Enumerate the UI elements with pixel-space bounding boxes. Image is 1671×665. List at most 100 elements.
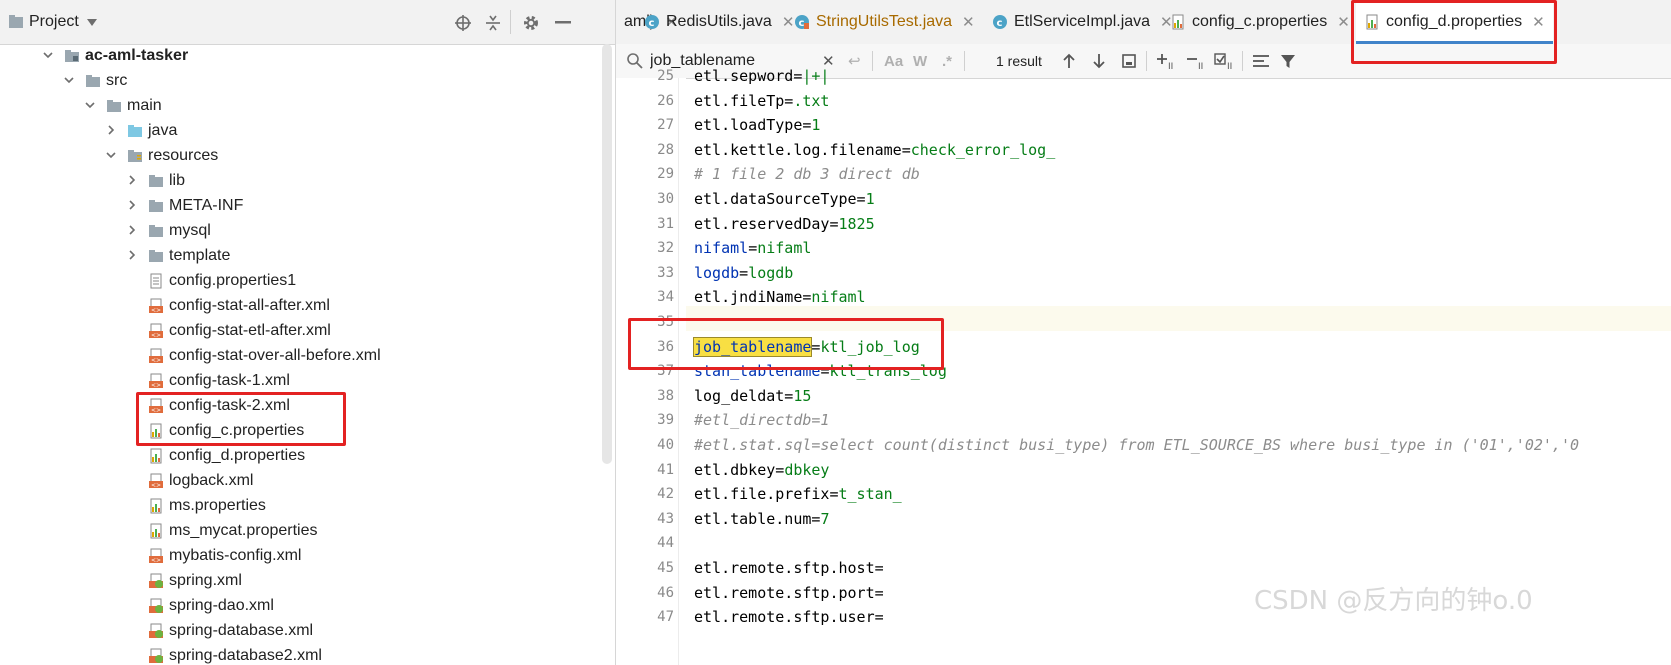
tree-item[interactable]: <> config-task-1.xml — [0, 369, 600, 394]
chevron-down-icon[interactable] — [63, 74, 75, 86]
locate-icon[interactable] — [452, 12, 474, 34]
remove-occurrence-icon[interactable]: II — [1186, 52, 1206, 70]
select-all-occurrences-icon[interactable]: II — [1214, 52, 1236, 70]
folder-icon — [148, 223, 164, 239]
spring-file-icon — [148, 648, 164, 664]
tree-item-label: lib — [169, 172, 186, 189]
tree-item[interactable]: lib — [0, 169, 600, 194]
line-number: 33 — [657, 264, 674, 281]
match-case-toggle[interactable]: Aa — [884, 52, 903, 70]
search-divider-3 — [1146, 51, 1147, 71]
tree-item-label: config-task-1.xml — [169, 372, 290, 389]
svg-text:II: II — [1227, 62, 1232, 70]
svg-text:<>: <> — [151, 332, 161, 339]
tree-item[interactable]: spring-dao.xml — [0, 594, 600, 619]
text-file-icon — [148, 273, 164, 289]
code-line: etl.sepword=|+| — [694, 67, 830, 85]
previous-occurrence-icon[interactable] — [1062, 52, 1076, 70]
tree-item[interactable]: java — [0, 119, 600, 144]
tab-etlserviceimpl-java[interactable]: c EtlServiceImpl.java ✕ — [984, 0, 1181, 44]
words-toggle[interactable]: W — [913, 52, 927, 70]
project-panel-header: Project — [0, 0, 615, 45]
xml-file-icon: <> — [148, 323, 164, 339]
tree-item[interactable]: resources — [0, 144, 600, 169]
filter-icon[interactable] — [1280, 52, 1296, 70]
next-occurrence-icon[interactable] — [1092, 52, 1106, 70]
tree-item-label: META-INF — [169, 197, 244, 214]
tree-item[interactable]: main — [0, 94, 600, 119]
tree-item-label: src — [106, 72, 128, 89]
line-number: 41 — [657, 461, 674, 478]
code-line: etl.loadType=1 — [694, 116, 821, 135]
close-icon[interactable]: ✕ — [1337, 13, 1350, 31]
tree-item[interactable]: ms.properties — [0, 494, 600, 519]
code-line: etl.remote.sftp.host= — [694, 559, 884, 577]
tree-item[interactable]: ac-aml-tasker — [0, 44, 600, 69]
chevron-down-icon[interactable] — [105, 149, 117, 161]
code-line: etl.remote.sftp.port= — [694, 583, 884, 602]
tree-scrollbar[interactable] — [602, 44, 612, 464]
chevron-down-icon[interactable] — [42, 49, 54, 61]
chevron-right-icon[interactable] — [126, 174, 138, 186]
chevron-down-icon[interactable] — [84, 99, 96, 111]
folder-icon — [106, 98, 122, 114]
tree-item[interactable]: <> config-stat-etl-after.xml — [0, 319, 600, 344]
gutter-divider — [678, 78, 679, 665]
chevron-down-icon[interactable] — [87, 19, 97, 26]
tree-item[interactable]: config_d.properties — [0, 444, 600, 469]
settings-lines-icon[interactable] — [1252, 52, 1270, 70]
src-folder-icon — [127, 123, 143, 139]
tree-item[interactable]: spring-database.xml — [0, 619, 600, 644]
tab-redisutils-java[interactable]: c RedisUtils.java ✕ — [636, 0, 802, 44]
code-line: nifaml=nifaml — [694, 239, 812, 258]
new-line-icon[interactable]: ↩ — [848, 52, 861, 70]
code-line: #etl_directdb=1 — [694, 411, 830, 430]
regex-toggle[interactable]: .* — [942, 52, 952, 70]
tree-item-label: resources — [148, 147, 219, 164]
tree-item[interactable]: <> config-stat-over-all-before.xml — [0, 344, 600, 369]
line-number: 34 — [657, 289, 674, 306]
project-view-selector[interactable]: Project — [29, 13, 79, 31]
tree-item[interactable]: src — [0, 69, 600, 94]
code-line: logdb=logdb — [694, 263, 794, 282]
tree-item[interactable]: META-INF — [0, 194, 600, 219]
add-occurrence-icon[interactable]: II — [1156, 52, 1176, 70]
tree-item[interactable]: template — [0, 244, 600, 269]
tree-item[interactable]: <> mybatis-config.xml — [0, 544, 600, 569]
test-class-icon: c — [794, 14, 810, 30]
svg-text:II: II — [1198, 62, 1203, 70]
spring-file-icon — [148, 623, 164, 639]
editor-area: aml) ✕ c RedisUtils.java ✕ c StringUtilsTest.j… — [616, 0, 1671, 665]
highlight-box-tab — [1351, 0, 1557, 64]
code-line: etl.jndiName=nifaml — [694, 288, 866, 307]
line-number: 46 — [657, 584, 674, 601]
chevron-right-icon[interactable] — [126, 199, 138, 211]
chevron-right-icon[interactable] — [126, 224, 138, 236]
collapse-all-icon[interactable] — [482, 12, 504, 34]
gear-icon[interactable] — [520, 12, 542, 34]
tab-stringutilstest-java[interactable]: c StringUtilsTest.java ✕ — [786, 0, 983, 44]
close-icon[interactable]: ✕ — [962, 13, 975, 31]
tree-item[interactable]: spring.xml — [0, 569, 600, 594]
code-line: etl.remote.sftp.user= — [694, 608, 884, 627]
tree-item-label: config_d.properties — [169, 447, 306, 464]
tree-item-label: mysql — [169, 222, 211, 239]
folder-icon — [148, 173, 164, 189]
filter-search-results-icon[interactable] — [1121, 52, 1137, 70]
svg-text:c: c — [649, 18, 655, 29]
tree-item[interactable]: config.properties1 — [0, 269, 600, 294]
tree-item-label: main — [127, 97, 162, 114]
tree-item[interactable]: <> logback.xml — [0, 469, 600, 494]
search-divider-2 — [964, 51, 965, 71]
project-panel: Project ac-aml-tasker src main java resource… — [0, 0, 616, 665]
tree-item[interactable]: mysql — [0, 219, 600, 244]
chevron-right-icon[interactable] — [126, 249, 138, 261]
chevron-right-icon[interactable] — [105, 124, 117, 136]
tree-item[interactable]: ms_mycat.properties — [0, 519, 600, 544]
hide-panel-icon[interactable] — [552, 12, 574, 34]
tree-item[interactable]: <> config-stat-all-after.xml — [0, 294, 600, 319]
tree-item[interactable]: spring-database2.xml — [0, 644, 600, 665]
tab-config-c-properties[interactable]: config_c.properties ✕ — [1162, 0, 1358, 44]
line-number: 39 — [657, 412, 674, 429]
code-editor[interactable]: 25 26 27 28 29 30 31 32 33 34 35 36 37 38 39 40 41 42 43 44… — [616, 67, 1671, 665]
